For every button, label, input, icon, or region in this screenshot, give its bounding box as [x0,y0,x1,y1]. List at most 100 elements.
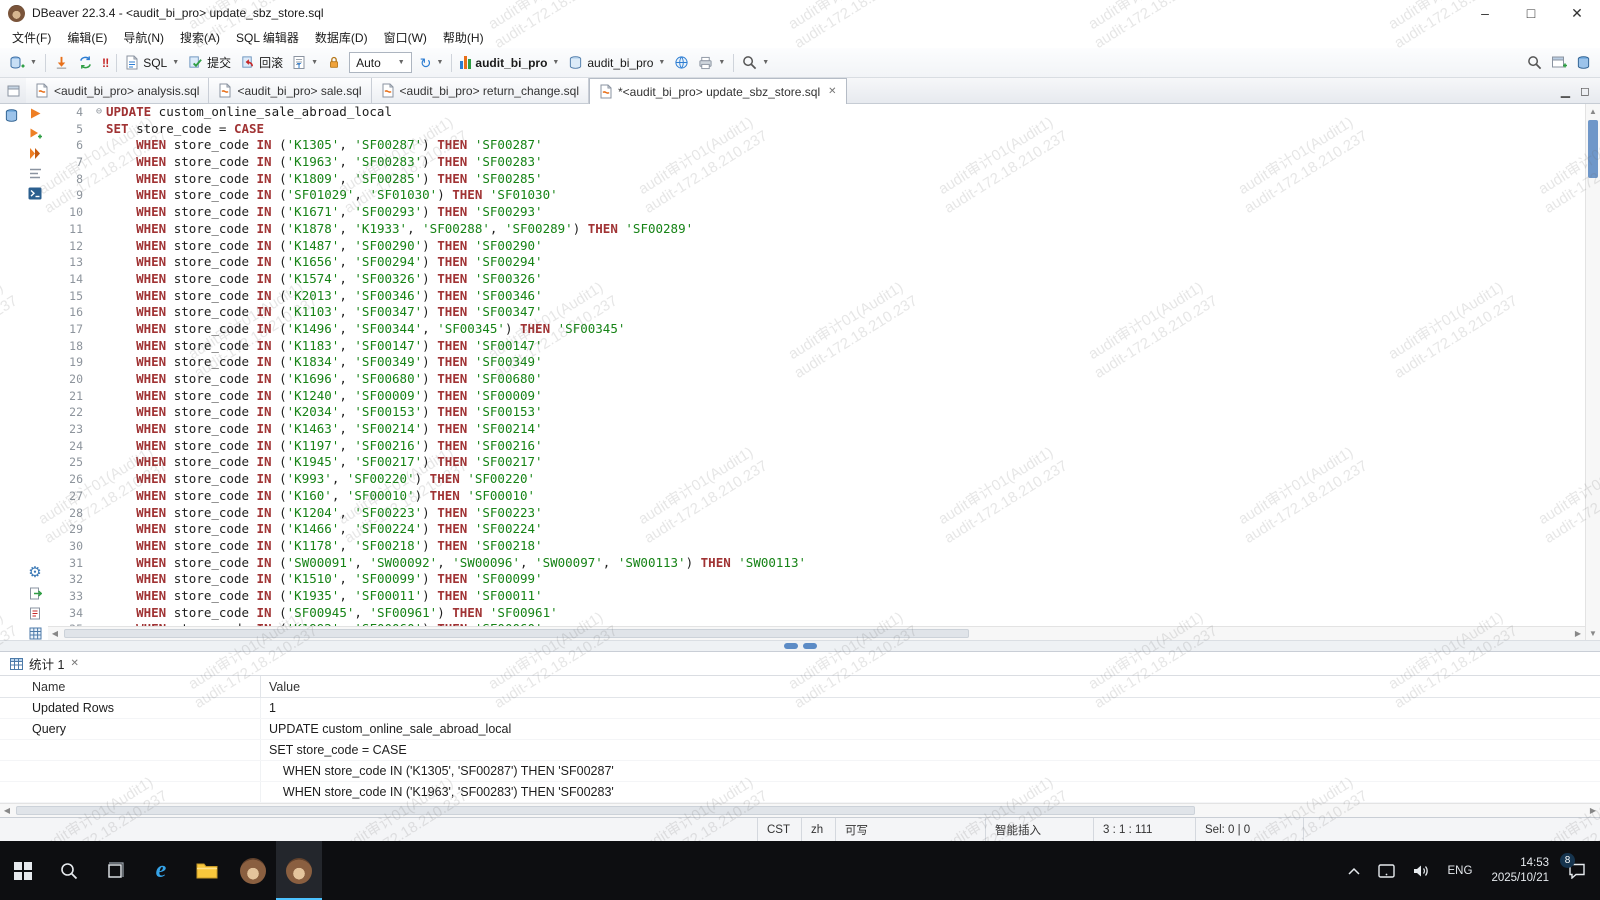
code-line[interactable]: 28 WHEN store_code IN ('K1204', 'SF00223… [48,505,1585,522]
fetch-data-button[interactable] [50,51,73,75]
explain-plan-icon[interactable] [29,167,42,180]
restore-panel-button[interactable] [0,78,26,103]
search-menu-button[interactable]: ▼ [738,51,773,75]
taskbar-clock[interactable]: 14:53 2025/10/21 [1481,856,1559,886]
code-line[interactable]: 26 WHEN store_code IN ('K993', 'SF00220'… [48,471,1585,488]
volume-button[interactable] [1404,841,1439,900]
editor-tab[interactable]: *<audit_bi_pro> update_sbz_store.sql✕ [589,78,847,104]
menu-item[interactable]: 导航(N) [115,27,172,48]
close-button[interactable]: ✕ [1554,0,1600,26]
quick-search-button[interactable] [1523,51,1546,75]
hscroll-track[interactable] [14,804,1586,817]
network-profile-button[interactable] [670,51,693,75]
results-row[interactable]: WHEN store_code IN ('K1963', 'SF00283') … [0,782,1600,803]
scroll-left-icon[interactable]: ◀ [48,629,62,638]
save-report-icon[interactable] [29,607,42,620]
tray-expand-button[interactable] [1339,841,1369,900]
code-line[interactable]: 29 WHEN store_code IN ('K1466', 'SF00224… [48,521,1585,538]
execute-script-icon[interactable] [29,147,42,160]
code-line[interactable]: 21 WHEN store_code IN ('K1240', 'SF00009… [48,388,1585,405]
code-line[interactable]: 19 WHEN store_code IN ('K1834', 'SF00349… [48,354,1585,371]
tab-close-icon[interactable]: ✕ [828,86,836,97]
results-row[interactable]: QueryUPDATE custom_online_sale_abroad_lo… [0,719,1600,740]
menu-item[interactable]: 窗口(W) [376,27,435,48]
execute-statement-icon[interactable] [29,107,42,120]
commit-button[interactable]: 提交 [184,51,235,75]
scroll-left-icon[interactable]: ◀ [0,806,14,815]
code-line[interactable]: 6 WHEN store_code IN ('K1305', 'SF00287'… [48,137,1585,154]
sash-handle-icon[interactable] [784,643,798,649]
grid-export-icon[interactable] [29,627,42,640]
settings-gear-icon[interactable]: ⚙ [28,566,41,580]
code-line[interactable]: 12 WHEN store_code IN ('K1487', 'SF00290… [48,238,1585,255]
code-line[interactable]: 7 WHEN store_code IN ('K1963', 'SF00283'… [48,154,1585,171]
transaction-history-button[interactable]: ↻ ▼ [416,51,448,75]
code-line[interactable]: 8 WHEN store_code IN ('K1809', 'SF00285'… [48,171,1585,188]
dbeaver-app-button[interactable] [230,841,276,900]
minimize-view-icon[interactable]: ▁ [1561,84,1570,98]
code-line[interactable]: 18 WHEN store_code IN ('K1183', 'SF00147… [48,338,1585,355]
code-line[interactable]: 5SET store_code = CASE [48,121,1585,138]
edge-browser-button[interactable]: e [138,841,184,900]
validate-button[interactable]: ‼ [98,51,112,75]
file-explorer-button[interactable] [184,841,230,900]
code-line[interactable]: 20 WHEN store_code IN ('K1696', 'SF00680… [48,371,1585,388]
hscroll-thumb[interactable] [64,629,969,638]
code-line[interactable]: 31 WHEN store_code IN ('SW00091', 'SW000… [48,555,1585,572]
code-line[interactable]: 4⊖UPDATE custom_online_sale_abroad_local [48,104,1585,121]
transaction-log-button[interactable]: T ▼ [288,51,322,75]
code-lines[interactable]: 4⊖UPDATE custom_online_sale_abroad_local… [48,104,1585,626]
column-header-value[interactable]: Value [260,676,1600,697]
tablet-mode-button[interactable] [1369,841,1404,900]
fold-marker-icon[interactable]: ⊖ [92,104,106,121]
minimize-button[interactable]: – [1462,0,1508,26]
results-row[interactable]: WHEN store_code IN ('K1305', 'SF00287') … [0,761,1600,782]
connection-select[interactable]: audit_bi_pro ▼ [456,51,563,75]
code-line[interactable]: 24 WHEN store_code IN ('K1197', 'SF00216… [48,438,1585,455]
print-button[interactable]: ▼ [694,51,729,75]
scroll-right-icon[interactable]: ▶ [1586,806,1600,815]
editor-results-splitter[interactable] [0,640,1600,652]
export-result-icon[interactable] [29,587,42,600]
results-row[interactable]: SET store_code = CASE [0,740,1600,761]
editor-tab[interactable]: <audit_bi_pro> sale.sql [209,78,371,103]
results-row[interactable]: Updated Rows1 [0,698,1600,719]
editor-tab[interactable]: <audit_bi_pro> analysis.sql [26,78,209,103]
code-line[interactable]: 17 WHEN store_code IN ('K1496', 'SF00344… [48,321,1585,338]
sash-handle-icon[interactable] [803,643,817,649]
taskbar-search-button[interactable] [46,841,92,900]
close-results-tab-icon[interactable]: ✕ [70,658,78,669]
column-header-name[interactable]: Name [0,676,260,697]
dbeaver-app-button-active[interactable] [276,841,322,900]
code-line[interactable]: 16 WHEN store_code IN ('K1103', 'SF00347… [48,304,1585,321]
database-perspective-button[interactable] [1572,51,1595,75]
menu-item[interactable]: SQL 编辑器 [228,27,307,48]
menu-item[interactable]: 搜索(A) [172,27,228,48]
hscroll-thumb[interactable] [16,806,1195,815]
input-language-indicator[interactable]: ENG [1439,865,1482,877]
code-line[interactable]: 27 WHEN store_code IN ('K160', 'SF00010'… [48,488,1585,505]
results-tab-label[interactable]: 统计 1 [29,654,64,673]
action-center-button[interactable]: 8 [1559,841,1600,900]
scroll-right-icon[interactable]: ▶ [1571,629,1585,638]
commit-mode-select[interactable]: Auto ▼ [349,52,412,73]
code-line[interactable]: 34 WHEN store_code IN ('SF00945', 'SF009… [48,605,1585,622]
scroll-up-icon[interactable]: ▲ [1586,104,1600,118]
task-view-button[interactable] [92,841,138,900]
editor-tab[interactable]: <audit_bi_pro> return_change.sql [372,78,589,103]
code-line[interactable]: 23 WHEN store_code IN ('K1463', 'SF00214… [48,421,1585,438]
code-line[interactable]: 33 WHEN store_code IN ('K1935', 'SF00011… [48,588,1585,605]
code-line[interactable]: 13 WHEN store_code IN ('K1656', 'SF00294… [48,254,1585,271]
rollback-button[interactable]: 回滚 [236,51,287,75]
code-line[interactable]: 30 WHEN store_code IN ('K1178', 'SF00218… [48,538,1585,555]
schema-select[interactable]: audit_bi_pro ▼ [564,51,669,75]
code-line[interactable]: 14 WHEN store_code IN ('K1574', 'SF00326… [48,271,1585,288]
editor-vscrollbar[interactable]: ▲ ▼ [1585,104,1600,640]
code-line[interactable]: 25 WHEN store_code IN ('K1945', 'SF00217… [48,454,1585,471]
menu-item[interactable]: 编辑(E) [59,27,115,48]
code-line[interactable]: 22 WHEN store_code IN ('K2034', 'SF00153… [48,404,1585,421]
code-line[interactable]: 11 WHEN store_code IN ('K1878', 'K1933',… [48,221,1585,238]
sync-data-button[interactable] [74,51,97,75]
scroll-down-icon[interactable]: ▼ [1586,626,1600,640]
vscroll-thumb[interactable] [1588,120,1598,178]
